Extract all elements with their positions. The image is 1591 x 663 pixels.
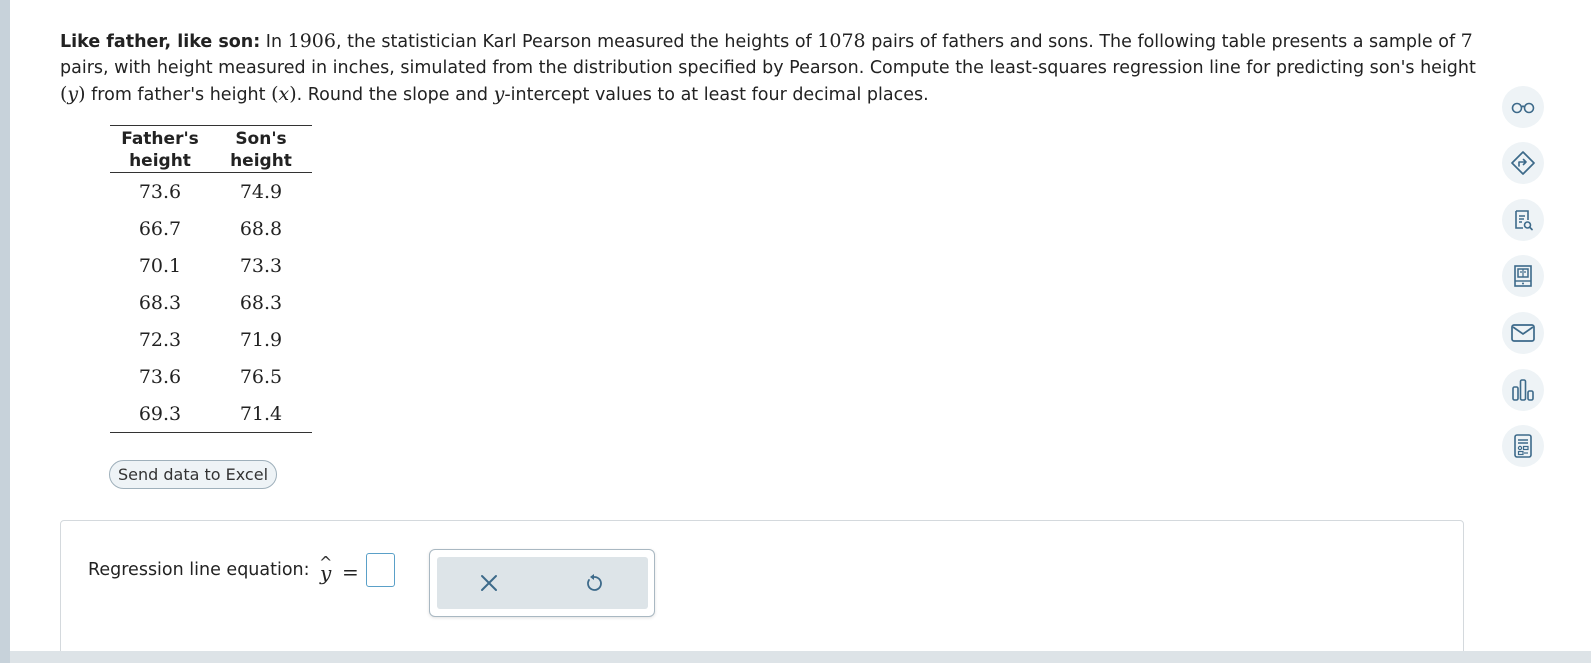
problem-text: from father's height	[85, 85, 272, 105]
son-height-cell: 74.9	[239, 180, 283, 203]
directions-button[interactable]	[1502, 142, 1544, 184]
table-header-row: Father's height Son's height	[110, 125, 312, 173]
father-height-cell: 72.3	[138, 328, 182, 351]
table-row: 73.6 76.5	[110, 358, 312, 395]
readaloud-button[interactable]	[1502, 86, 1544, 128]
table-row: 68.3 68.3	[110, 284, 312, 321]
header-line: height	[230, 151, 292, 171]
regression-answer-input[interactable]	[366, 553, 395, 587]
paren-open: (	[271, 83, 279, 105]
sons-height-header: Son's height	[210, 125, 312, 173]
son-height-cell: 71.9	[239, 328, 283, 351]
father-height-cell: 73.6	[138, 365, 182, 388]
height-data-table: Father's height Son's height 73.6 74.9 66.7…	[110, 125, 312, 433]
bottom-scroll-bar	[10, 651, 1591, 663]
chart-icon	[1512, 379, 1534, 401]
sample-size-value: 7	[1460, 30, 1473, 52]
paren-close: )	[289, 83, 297, 105]
left-edge-bar	[0, 0, 10, 663]
answer-panel	[60, 520, 1464, 660]
father-height-cell: 68.3	[138, 291, 182, 314]
undo-icon	[587, 574, 602, 591]
problem-text: -intercept values to at least four decim…	[504, 85, 929, 105]
y-symbol: y	[320, 561, 332, 585]
father-height-cell: 66.7	[138, 217, 182, 240]
message-button[interactable]	[1502, 312, 1544, 354]
calculator-button[interactable]	[1502, 425, 1544, 467]
y-variable: y	[493, 83, 505, 105]
x-variable: x	[278, 83, 290, 105]
regression-equation-label: Regression line equation:	[88, 560, 310, 580]
undo-button[interactable]	[574, 563, 614, 603]
close-icon	[481, 575, 497, 591]
year-value: 1906	[287, 30, 336, 52]
problem-text: pairs of fathers and sons. The following…	[865, 32, 1461, 52]
glasses-icon	[1511, 102, 1535, 114]
textbook-button[interactable]	[1502, 199, 1544, 241]
y-variable: y	[67, 83, 79, 105]
header-line: Father's	[121, 129, 199, 149]
son-height-cell: 68.3	[239, 291, 283, 314]
table-row: 69.3 71.4	[110, 395, 312, 433]
calculator-icon	[1514, 434, 1532, 458]
equals-sign: =	[342, 560, 359, 584]
son-height-cell: 68.8	[239, 217, 283, 240]
gradebook-button[interactable]	[1502, 369, 1544, 411]
send-to-excel-button[interactable]: Send data to Excel	[109, 460, 277, 489]
son-height-cell: 71.4	[210, 395, 312, 433]
father-height-cell: 69.3	[110, 395, 210, 433]
header-line: Son's	[235, 129, 287, 149]
problem-text: . Round the slope and	[296, 85, 494, 105]
clear-button[interactable]	[469, 563, 509, 603]
y-hat-symbol: ^ y	[318, 553, 338, 589]
problem-text: pairs, with height measured in inches, s…	[60, 58, 1476, 78]
son-height-cell: 73.3	[239, 254, 283, 277]
math-tool-bar	[437, 557, 648, 609]
fathers-height-header: Father's height	[110, 125, 210, 173]
father-height-cell: 70.1	[138, 254, 182, 277]
problem-statement: Like father, like son: In 1906, the stat…	[60, 28, 1490, 108]
document-search-icon	[1515, 210, 1533, 231]
problem-text: In	[260, 32, 288, 52]
problem-text: , the statistician Karl Pearson measured…	[335, 32, 818, 52]
pairs-total-value: 1078	[817, 30, 866, 52]
mail-icon	[1511, 324, 1535, 342]
father-height-cell: 73.6	[138, 180, 182, 203]
table-row: 72.3 71.9	[110, 321, 312, 358]
ebook-button[interactable]	[1502, 255, 1544, 297]
paren-close: )	[78, 83, 86, 105]
book-icon	[1514, 265, 1532, 287]
son-height-cell: 76.5	[239, 365, 283, 388]
pointer-icon	[1511, 151, 1535, 175]
header-line: height	[129, 151, 191, 171]
table-row: 70.1 73.3	[110, 247, 312, 284]
problem-heading: Like father, like son:	[60, 32, 261, 52]
table-row: 73.6 74.9	[110, 173, 312, 211]
table-row: 66.7 68.8	[110, 210, 312, 247]
